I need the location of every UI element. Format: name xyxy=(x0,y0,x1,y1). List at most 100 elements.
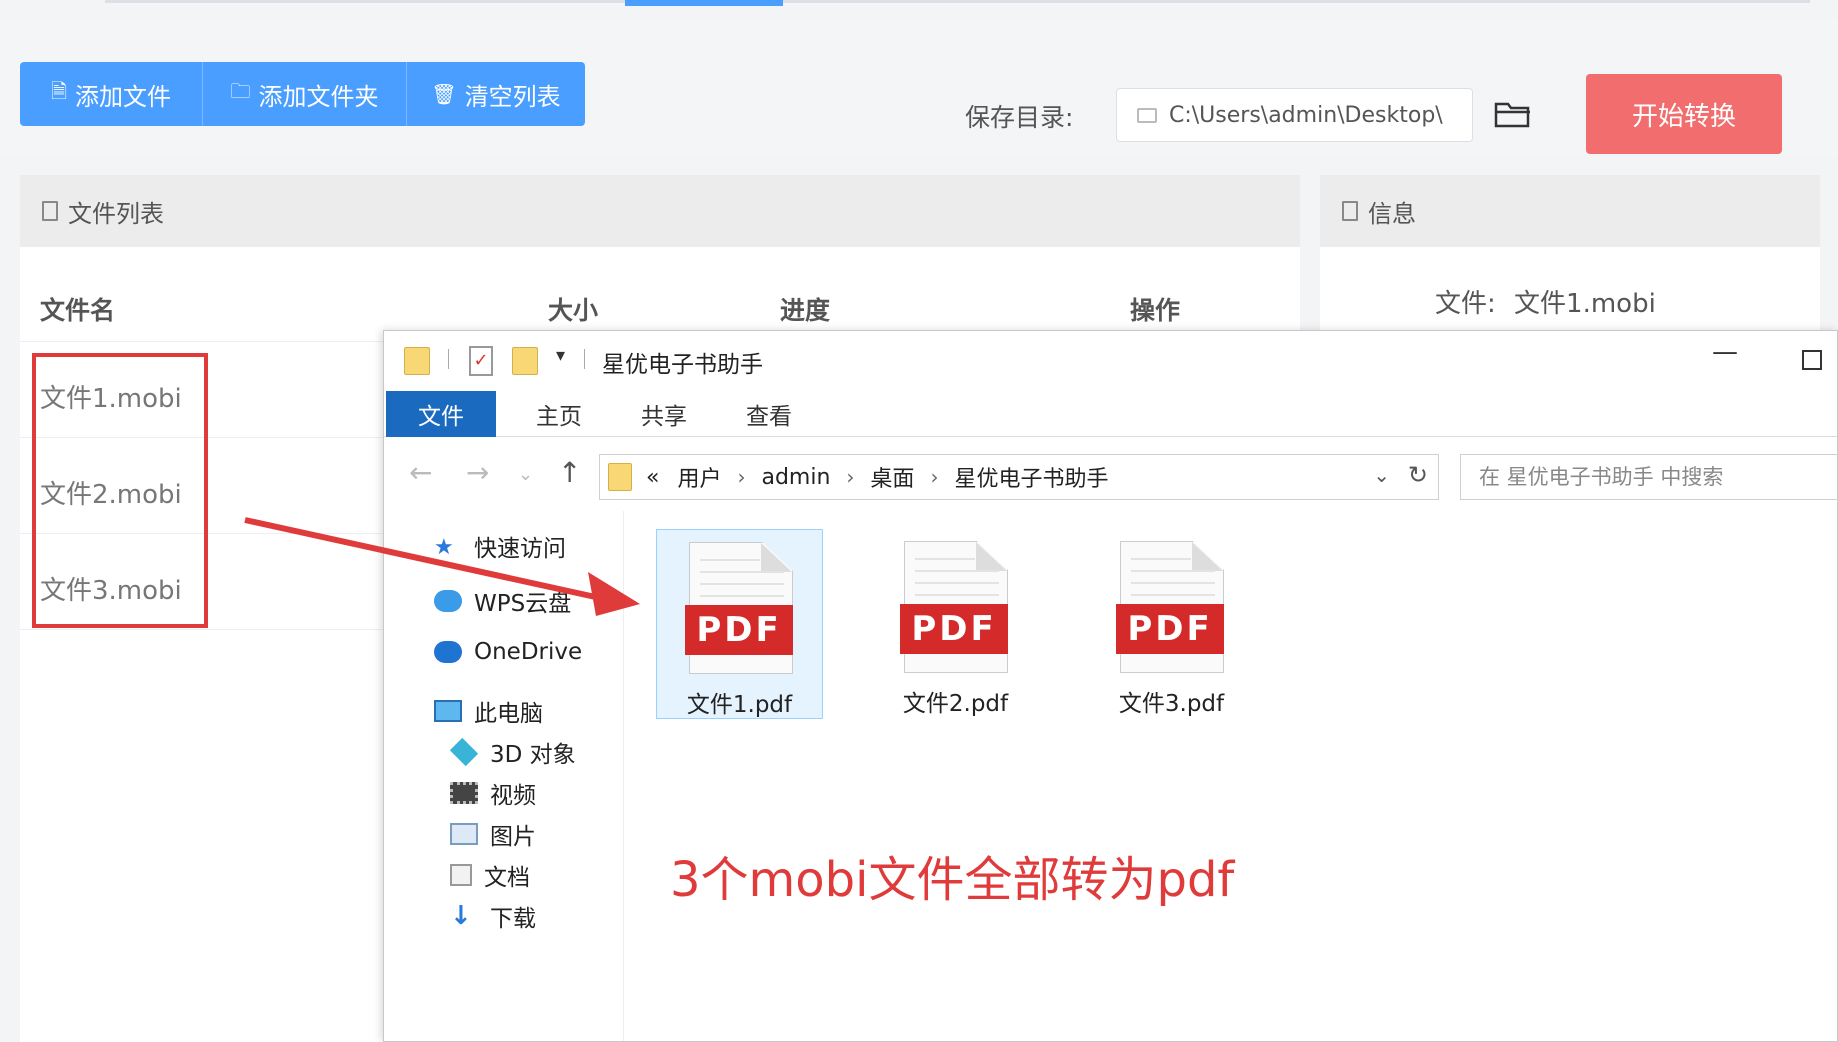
info-file-line: 文件: 文件1.mobi xyxy=(1435,283,1656,320)
info-file-value: 文件1.mobi xyxy=(1514,289,1656,319)
explorer-title-bar: ✓ ▾ 星优电子书助手 — xyxy=(384,331,1837,386)
column-header-actions: 操作 xyxy=(1130,296,1181,325)
nav-item-3d-objects[interactable]: 3D 对象 xyxy=(449,735,576,769)
file-tile-label: 文件3.pdf xyxy=(1118,691,1225,717)
navigation-pane: ★ 快速访问 WPS云盘 OneDrive 此电脑 3D 对象 视频 图片 文档… xyxy=(384,511,624,1041)
breadcrumb-desktop[interactable]: 桌面 xyxy=(870,461,914,493)
top-tab-strip xyxy=(105,0,1810,6)
film-icon xyxy=(450,782,478,804)
tab-file[interactable]: 文件 xyxy=(386,391,496,437)
star-icon: ★ xyxy=(434,535,454,560)
search-input[interactable]: 在 星优电子书助手 中搜索 xyxy=(1460,454,1838,500)
separator xyxy=(584,349,585,369)
info-icon xyxy=(1342,201,1358,221)
cube-icon xyxy=(449,737,479,767)
breadcrumb-current[interactable]: 星优电子书助手 xyxy=(954,461,1108,493)
nav-label: OneDrive xyxy=(474,639,583,665)
open-folder-icon[interactable] xyxy=(1494,100,1532,130)
nav-label: 图片 xyxy=(490,824,536,850)
nav-item-videos[interactable]: 视频 xyxy=(450,776,536,810)
folder-icon xyxy=(608,463,632,491)
trash-icon: 🗑 xyxy=(431,82,457,106)
save-dir-input[interactable]: C:\Users\admin\Desktop\ xyxy=(1116,88,1473,142)
nav-item-onedrive[interactable]: OneDrive xyxy=(434,639,582,665)
highlight-box xyxy=(32,353,208,628)
nav-item-quick-access[interactable]: ★ 快速访问 xyxy=(434,529,566,563)
pdf-badge: PDF xyxy=(685,605,793,655)
window-title: 星优电子书助手 xyxy=(602,352,763,378)
add-file-button[interactable]: 🗎 添加文件 xyxy=(20,62,203,126)
nav-label: 此电脑 xyxy=(474,701,543,727)
breadcrumb-prefix: « xyxy=(646,464,660,490)
nav-label: 3D 对象 xyxy=(490,742,576,768)
file-tile[interactable]: PDF 文件2.pdf xyxy=(872,529,1039,719)
separator xyxy=(448,349,449,369)
download-arrow-icon: ↓ xyxy=(450,901,472,931)
nav-label: 视频 xyxy=(490,783,536,809)
maximize-icon[interactable] xyxy=(1802,350,1822,370)
customize-dropdown-icon[interactable]: ▾ xyxy=(556,345,565,366)
ribbon-tabs: 文件 主页 共享 查看 xyxy=(384,391,1837,437)
properties-icon[interactable]: ✓ xyxy=(469,346,493,376)
file-tile[interactable]: PDF 文件3.pdf xyxy=(1088,529,1255,719)
clear-list-button[interactable]: 🗑 清空列表 xyxy=(407,62,585,126)
document-icon xyxy=(450,864,472,886)
document-icon: 🗎 xyxy=(50,79,68,103)
add-folder-button[interactable]: 🗀 添加文件夹 xyxy=(203,62,407,126)
forward-arrow-icon[interactable]: → xyxy=(466,456,489,489)
tab-share[interactable]: 共享 xyxy=(614,391,714,437)
toolbar-button-group: 🗎 添加文件 🗀 添加文件夹 🗑 清空列表 xyxy=(20,62,585,126)
folder-outline-icon xyxy=(1137,107,1157,123)
annotation-text: 3个mobi文件全部转为pdf xyxy=(670,852,1235,908)
chevron-right-icon: › xyxy=(737,465,746,489)
nav-label: 文档 xyxy=(484,865,530,891)
up-arrow-icon[interactable]: ↑ xyxy=(558,456,581,489)
file-tile-label: 文件1.pdf xyxy=(686,692,793,718)
file-tile[interactable]: PDF 文件1.pdf xyxy=(656,529,823,719)
active-tab-indicator xyxy=(625,0,783,6)
chevron-right-icon: › xyxy=(846,465,855,489)
save-dir-value: C:\Users\admin\Desktop\ xyxy=(1169,102,1443,128)
nav-label: WPS云盘 xyxy=(474,591,572,617)
chevron-down-icon[interactable]: ⌄ xyxy=(1373,463,1390,487)
column-header-size: 大小 xyxy=(548,296,599,325)
cloud-icon xyxy=(434,590,462,612)
new-folder-icon[interactable] xyxy=(512,347,538,375)
save-dir-label: 保存目录: xyxy=(965,103,1074,132)
nav-item-downloads[interactable]: ↓ 下载 xyxy=(450,899,536,933)
file-tile-label: 文件2.pdf xyxy=(902,691,1009,717)
pdf-badge: PDF xyxy=(900,604,1008,654)
column-header-progress: 进度 xyxy=(780,296,831,325)
folder-icon xyxy=(404,347,430,375)
tab-home[interactable]: 主页 xyxy=(514,391,604,437)
pdf-badge: PDF xyxy=(1116,604,1224,654)
folder-icon: 🗀 xyxy=(230,79,251,103)
chevron-right-icon: › xyxy=(930,465,939,489)
file-list-title: 文件列表 xyxy=(68,199,164,228)
picture-icon xyxy=(450,823,478,845)
computer-icon xyxy=(434,700,462,722)
nav-item-this-pc[interactable]: 此电脑 xyxy=(434,694,543,728)
nav-label: 下载 xyxy=(490,906,536,932)
address-bar[interactable]: « 用户 › admin › 桌面 › 星优电子书助手 ⌄ ↻ xyxy=(599,454,1439,500)
address-row: ← → ⌄ ↑ « 用户 › admin › 桌面 › 星优电子书助手 ⌄ ↻ … xyxy=(384,446,1838,506)
recent-dropdown-icon[interactable]: ⌄ xyxy=(518,464,533,485)
start-convert-button[interactable]: 开始转换 xyxy=(1586,74,1782,154)
back-arrow-icon[interactable]: ← xyxy=(409,456,432,489)
onedrive-cloud-icon xyxy=(434,641,462,663)
minimize-icon[interactable]: — xyxy=(1712,337,1738,367)
file-explorer-window: ✓ ▾ 星优电子书助手 — 文件 主页 共享 查看 ← → ⌄ ↑ « 用户 ›… xyxy=(383,330,1838,1042)
breadcrumb-users[interactable]: 用户 xyxy=(677,461,721,493)
nav-item-wps-cloud[interactable]: WPS云盘 xyxy=(434,584,571,618)
column-header-name: 文件名 xyxy=(40,296,116,325)
tab-view[interactable]: 查看 xyxy=(719,391,819,437)
info-header: 信息 xyxy=(1320,175,1820,247)
nav-item-documents[interactable]: 文档 xyxy=(450,858,530,892)
refresh-icon[interactable]: ↻ xyxy=(1408,461,1428,489)
breadcrumb-admin[interactable]: admin xyxy=(761,465,830,490)
file-list-header: 文件列表 xyxy=(20,175,1300,247)
table-header: 文件名 大小 进度 操作 xyxy=(20,247,1300,342)
nav-item-pictures[interactable]: 图片 xyxy=(450,817,536,851)
nav-label: 快速访问 xyxy=(474,536,566,562)
toolbar: 🗎 添加文件 🗀 添加文件夹 🗑 清空列表 保存目录: C:\Users\adm… xyxy=(0,20,1838,155)
